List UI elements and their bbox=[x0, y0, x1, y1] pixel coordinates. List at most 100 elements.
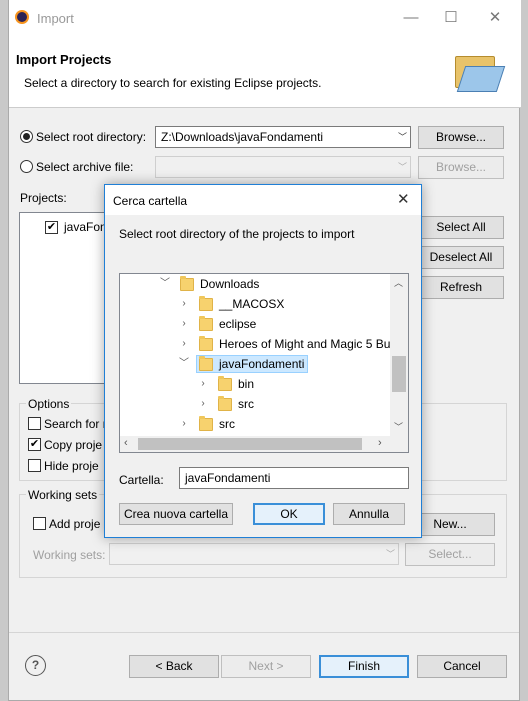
window-title: Import bbox=[37, 11, 74, 26]
working-sets-field-label: Working sets: bbox=[33, 548, 106, 562]
copy-projects-checkbox[interactable]: ✔ bbox=[28, 438, 41, 451]
dialog-close-icon[interactable]: ✕ bbox=[397, 190, 410, 208]
add-working-set-checkbox[interactable] bbox=[33, 517, 46, 530]
scrollbar-thumb[interactable] bbox=[392, 356, 406, 392]
tree-item-macosx[interactable]: › __MACOSX bbox=[120, 294, 390, 314]
folder-icon bbox=[199, 296, 213, 311]
hide-projects-checkbox[interactable] bbox=[28, 459, 41, 472]
folder-field-label: Cartella: bbox=[119, 473, 164, 487]
page-title: Import Projects bbox=[16, 52, 112, 67]
root-directory-label: Select root directory: bbox=[36, 130, 147, 144]
title-bar: Import — ☐ ✕ bbox=[9, 0, 521, 36]
scroll-up-icon[interactable]: ︿ bbox=[394, 276, 403, 289]
folder-banner-icon bbox=[451, 52, 506, 94]
root-directory-radio[interactable] bbox=[20, 130, 33, 143]
chevron-right-icon[interactable]: › bbox=[179, 414, 189, 434]
archive-file-combo[interactable]: ﹀ bbox=[155, 156, 411, 178]
maximize-icon[interactable]: ☐ bbox=[441, 8, 461, 28]
search-nested-checkbox[interactable] bbox=[28, 417, 41, 430]
folder-icon bbox=[218, 376, 232, 391]
folder-tree[interactable]: ﹀ Downloads › __MACOSX › eclipse › Heroe… bbox=[119, 273, 409, 453]
working-sets-label: Working sets bbox=[26, 488, 100, 502]
dialog-instruction: Select root directory of the projects to… bbox=[119, 227, 355, 241]
ok-button[interactable]: OK bbox=[253, 503, 325, 525]
tree-item-label: javaFondamenti bbox=[219, 357, 305, 371]
scroll-right-icon[interactable]: › bbox=[378, 437, 382, 449]
eclipse-logo-icon bbox=[15, 10, 29, 24]
tree-item-heroes[interactable]: › Heroes of Might and Magic 5 Bu bbox=[120, 334, 390, 354]
project-name: javaFon bbox=[64, 220, 107, 234]
search-nested-label: Search for n bbox=[44, 417, 110, 431]
vertical-scrollbar[interactable]: ︿ ﹀ bbox=[390, 274, 408, 436]
chevron-right-icon[interactable]: › bbox=[179, 294, 189, 314]
minimize-icon[interactable]: — bbox=[401, 8, 421, 28]
chevron-down-icon[interactable]: ﹀ bbox=[160, 274, 170, 294]
tree-item-label: src bbox=[238, 397, 254, 411]
tree-item-label: Downloads bbox=[200, 277, 260, 291]
chevron-right-icon[interactable]: › bbox=[179, 314, 189, 334]
chevron-down-icon: ﹀ bbox=[385, 549, 395, 559]
tree-item-downloads[interactable]: ﹀ Downloads bbox=[120, 274, 390, 294]
finish-button[interactable]: Finish bbox=[319, 655, 409, 678]
cancel-button[interactable]: Cancel bbox=[417, 655, 507, 678]
tree-item-javafondamenti[interactable]: ﹀ javaFondamenti bbox=[120, 354, 390, 374]
projects-label: Projects: bbox=[20, 191, 67, 205]
scroll-corner bbox=[390, 436, 408, 452]
folder-icon bbox=[199, 356, 213, 371]
select-all-button[interactable]: Select All bbox=[418, 216, 504, 239]
tree-item-src[interactable]: › src bbox=[120, 414, 390, 434]
folder-name-input[interactable]: javaFondamenti bbox=[179, 467, 409, 489]
folder-icon bbox=[199, 416, 213, 431]
copy-projects-label: Copy proje bbox=[44, 438, 103, 452]
archive-file-radio[interactable] bbox=[20, 160, 33, 173]
working-sets-combo[interactable]: ﹀ bbox=[109, 543, 399, 565]
chevron-right-icon[interactable]: › bbox=[198, 394, 208, 414]
browse-archive-button[interactable]: Browse... bbox=[418, 156, 504, 179]
next-button[interactable]: Next > bbox=[221, 655, 311, 678]
tree-item-eclipse[interactable]: › eclipse bbox=[120, 314, 390, 334]
options-label: Options bbox=[26, 397, 72, 411]
hscrollbar-thumb[interactable] bbox=[138, 438, 362, 450]
page-description: Select a directory to search for existin… bbox=[24, 76, 322, 90]
wizard-header: Import Projects Select a directory to se… bbox=[9, 36, 521, 108]
close-icon[interactable]: ✕ bbox=[485, 8, 505, 28]
dialog-cancel-button[interactable]: Annulla bbox=[333, 503, 405, 525]
tree-item-label: __MACOSX bbox=[219, 297, 285, 311]
refresh-button[interactable]: Refresh bbox=[418, 276, 504, 299]
chevron-right-icon[interactable]: › bbox=[198, 374, 208, 394]
deselect-all-button[interactable]: Deselect All bbox=[418, 246, 504, 269]
archive-file-label: Select archive file: bbox=[36, 160, 134, 174]
footer-divider bbox=[9, 632, 519, 633]
chevron-down-icon: ﹀ bbox=[397, 162, 407, 172]
scroll-left-icon[interactable]: ‹ bbox=[124, 437, 128, 449]
select-working-sets-button[interactable]: Select... bbox=[405, 543, 495, 566]
scroll-down-icon[interactable]: ﹀ bbox=[394, 420, 403, 433]
horizontal-scrollbar[interactable]: ‹ › bbox=[120, 436, 390, 452]
dialog-title: Cerca cartella bbox=[113, 194, 188, 208]
tree-item-src-nested[interactable]: › src bbox=[120, 394, 390, 414]
chevron-down-icon[interactable]: ﹀ bbox=[179, 354, 189, 374]
new-folder-button[interactable]: Crea nuova cartella bbox=[119, 503, 233, 525]
browse-root-button[interactable]: Browse... bbox=[418, 126, 504, 149]
folder-name-value: javaFondamenti bbox=[185, 471, 271, 485]
tree-item-label: bin bbox=[238, 377, 255, 391]
chevron-down-icon: ﹀ bbox=[397, 132, 407, 142]
project-checkbox[interactable]: ✔ bbox=[45, 221, 58, 234]
tree-item-bin[interactable]: › bin bbox=[120, 374, 390, 394]
folder-icon bbox=[180, 276, 194, 291]
folder-icon bbox=[199, 316, 213, 331]
add-working-set-label: Add proje bbox=[49, 517, 101, 531]
hide-projects-label: Hide proje bbox=[44, 459, 99, 473]
tree-item-label: src bbox=[219, 417, 235, 431]
browse-folder-dialog: Cerca cartella ✕ Select root directory o… bbox=[104, 184, 422, 538]
root-directory-combo[interactable]: Z:\Downloads\javaFondamenti ﹀ bbox=[155, 126, 411, 148]
tree-item-label: Heroes of Might and Magic 5 Bu bbox=[219, 337, 391, 351]
folder-icon bbox=[199, 336, 213, 351]
back-button[interactable]: < Back bbox=[129, 655, 219, 678]
tree-item-label: eclipse bbox=[219, 317, 257, 331]
dialog-title-bar: Cerca cartella ✕ bbox=[105, 185, 421, 215]
folder-icon bbox=[218, 396, 232, 411]
chevron-right-icon[interactable]: › bbox=[179, 334, 189, 354]
help-icon[interactable]: ? bbox=[25, 655, 46, 676]
root-directory-value: Z:\Downloads\javaFondamenti bbox=[161, 130, 324, 144]
